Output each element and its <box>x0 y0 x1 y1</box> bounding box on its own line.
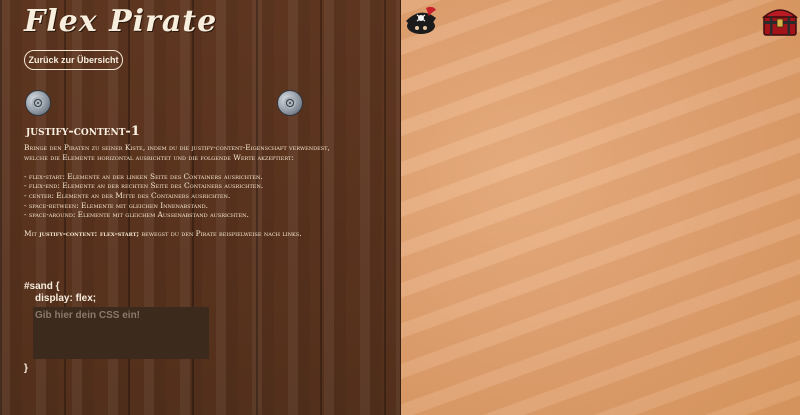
treasure-chest-icon <box>762 9 798 36</box>
example-suffix: bewegst du den Pirate beispielweise nach… <box>141 229 302 239</box>
css-selector-line: #sand { <box>24 281 60 292</box>
css-display-line: display: flex; <box>35 293 97 304</box>
example-prefix: Mit <box>24 229 37 239</box>
value-item-space-between: space-between: Elemente mit gleichen Inn… <box>24 201 354 211</box>
value-list: flex-start: Elemente an der linken Seite… <box>24 172 354 220</box>
coin-next-icon[interactable] <box>277 90 303 116</box>
level-title: justify-content-1 <box>26 124 140 139</box>
coin-prev-icon[interactable] <box>25 90 51 116</box>
instructions-panel: Flex Pirate Zurück zur Übersicht justify… <box>0 0 400 415</box>
app-title: Flex Pirate <box>24 4 218 39</box>
css-closing-brace: } <box>24 363 28 374</box>
example-text: Mit justify-content: flex-start; bewegst… <box>24 229 354 239</box>
level-instructions: Bringe den Piraten zu seiner Kiste, inde… <box>24 143 354 249</box>
level-intro: Bringe den Piraten zu seiner Kiste, inde… <box>24 143 330 162</box>
value-item-space-around: space-around: Elemente mit gleichem Auße… <box>24 210 354 220</box>
value-item-flex-start: flex-start: Elemente an der linken Seite… <box>24 172 354 182</box>
example-code: justify-content: flex-start; <box>39 229 140 239</box>
pirate-icon <box>406 6 436 34</box>
back-to-overview-button[interactable]: Zurück zur Übersicht <box>24 50 123 70</box>
value-item-center: center: Elemente an der Mitte des Contai… <box>24 191 354 201</box>
sand-board <box>400 0 800 415</box>
css-input[interactable] <box>33 307 209 359</box>
value-item-flex-end: flex-end: Elemente an der rechten Seite … <box>24 181 354 191</box>
